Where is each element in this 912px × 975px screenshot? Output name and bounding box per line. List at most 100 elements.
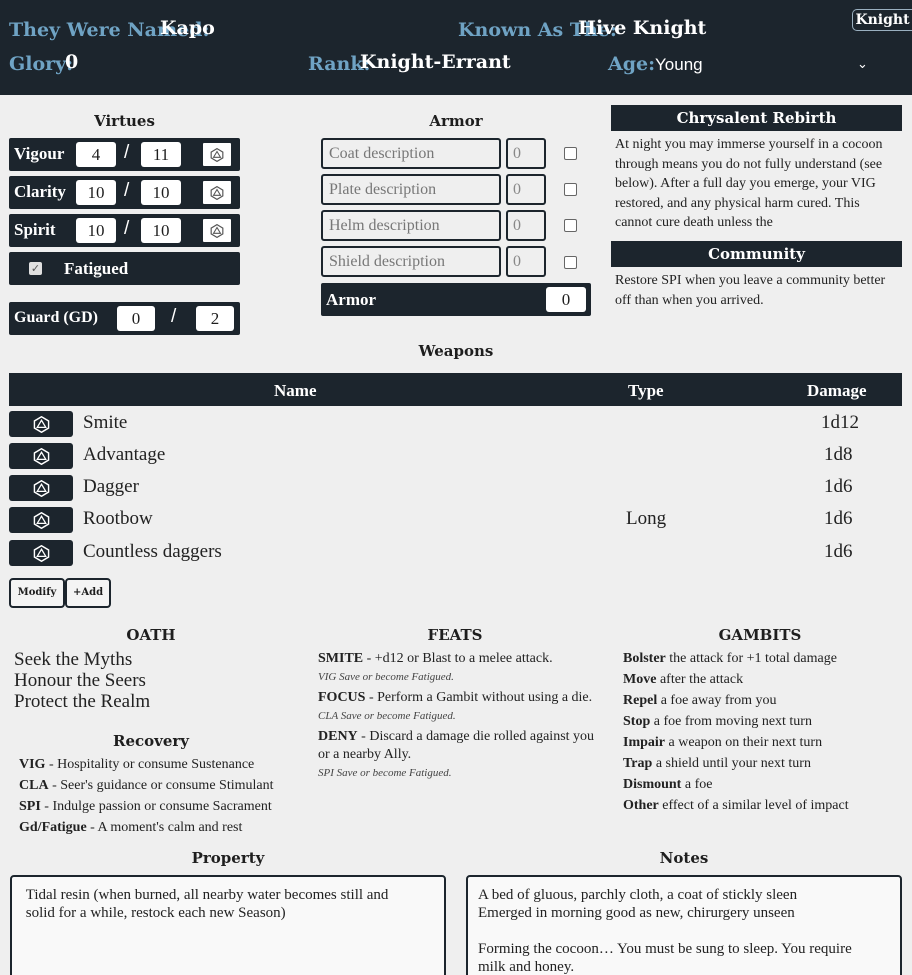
- recovery-text: - A moment's calm and rest: [86, 820, 243, 835]
- modify-weapons-button[interactable]: Modify: [9, 578, 65, 608]
- weapons-heading: Weapons: [418, 342, 494, 360]
- guard-label: Guard (GD): [14, 309, 98, 326]
- plate-checkbox[interactable]: [564, 183, 577, 196]
- roll-weapon-button[interactable]: [9, 475, 73, 501]
- chrysalent-rebirth-text: At night you may immerse yourself in a c…: [615, 137, 883, 230]
- armor-total-label: Armor: [326, 290, 377, 309]
- shield-checkbox[interactable]: [564, 256, 577, 269]
- property-textarea[interactable]: Tidal resin (when burned, all nearby wat…: [10, 875, 446, 975]
- gambit-text: a foe away from you: [657, 693, 777, 708]
- armor-heading: Armor: [429, 112, 483, 130]
- glory-label: Glory:: [9, 53, 74, 75]
- virtue-current-input[interactable]: 4: [76, 142, 116, 167]
- weapon-name: Advantage: [83, 444, 166, 465]
- coat-checkbox[interactable]: [564, 147, 577, 160]
- feat-key: FOCUS: [318, 690, 366, 705]
- weapon-row: Countless daggers 1d6: [9, 540, 902, 568]
- weapon-damage: 1d6: [824, 476, 853, 497]
- roll-clarity-button[interactable]: [201, 179, 233, 206]
- feat-text: - Discard a damage die rolled against yo…: [357, 729, 595, 744]
- chrysalent-rebirth-title: Chrysalent Rebirth: [611, 105, 902, 131]
- armor-total-row: Armor 0: [321, 283, 591, 316]
- sheet-type-tab[interactable]: Knight: [852, 9, 912, 31]
- helm-armor-input[interactable]: 0: [506, 210, 546, 241]
- feat-save-text: VIG Save or become Fatigued.: [318, 671, 454, 683]
- virtue-name: Spirit: [14, 220, 56, 239]
- roll-weapon-button[interactable]: [9, 540, 73, 566]
- character-header: They Were Named: Kapo Known As The: Hive…: [0, 0, 912, 95]
- coat-armor-input[interactable]: 0: [506, 138, 546, 169]
- notes-textarea[interactable]: A bed of gluous, parchly cloth, a coat o…: [466, 875, 902, 975]
- feat-line: SMITE - +d12 or Blast to a melee attack.: [318, 651, 553, 667]
- shield-armor-input[interactable]: 0: [506, 246, 546, 277]
- virtue-current-input[interactable]: 10: [76, 180, 116, 205]
- virtue-max-input[interactable]: 10: [141, 180, 181, 205]
- weapon-name: Countless daggers: [83, 541, 222, 562]
- gambit-text: effect of a similar level of impact: [658, 798, 849, 813]
- rank-field[interactable]: Knight-Errant: [360, 51, 511, 73]
- roll-weapon-button[interactable]: [9, 411, 73, 437]
- gambit-key: Repel: [623, 693, 658, 708]
- gambit-line: Repel a foe away from you: [623, 693, 777, 709]
- weapon-name: Rootbow: [83, 508, 153, 529]
- feat-line: DENY - Discard a damage die rolled again…: [318, 729, 594, 745]
- gambit-key: Trap: [623, 756, 653, 771]
- gambit-line: Bolster the attack for +1 total damage: [623, 651, 837, 667]
- known-as-field[interactable]: Hive Knight: [578, 17, 706, 39]
- roll-spirit-button[interactable]: [201, 217, 233, 244]
- weapon-damage: 1d12: [821, 412, 859, 433]
- coat-description-input[interactable]: Coat description: [321, 138, 501, 169]
- weapon-name: Dagger: [83, 476, 139, 497]
- virtue-current-input[interactable]: 10: [76, 218, 116, 243]
- virtue-max-input[interactable]: 10: [141, 218, 181, 243]
- weapons-header-type: Type: [628, 381, 664, 400]
- oath-line: Protect the Realm: [14, 691, 151, 712]
- weapon-row: Dagger 1d6: [9, 475, 902, 503]
- recovery-text: - Seer's guidance or consume Stimulant: [48, 778, 274, 793]
- add-weapon-button[interactable]: +Add: [65, 578, 111, 608]
- plate-armor-input[interactable]: 0: [506, 174, 546, 205]
- armor-total-value: 0: [546, 287, 586, 312]
- name-field[interactable]: Kapo: [160, 17, 215, 39]
- plate-description-input[interactable]: Plate description: [321, 174, 501, 205]
- shield-description-input[interactable]: Shield description: [321, 246, 501, 277]
- feat-key: SMITE: [318, 651, 364, 666]
- feat-text: - Perform a Gambit without using a die.: [365, 690, 593, 705]
- gambit-key: Stop: [623, 714, 651, 729]
- feats-heading: FEATS: [427, 626, 483, 644]
- weapon-damage: 1d8: [824, 444, 853, 465]
- gambit-key: Move: [623, 672, 657, 687]
- feat-save-text: CLA Save or become Fatigued.: [318, 710, 456, 722]
- recovery-heading: Recovery: [112, 732, 190, 750]
- virtue-row-spirit: Spirit 10 / 10: [9, 214, 240, 247]
- gambit-line: Stop a foe from moving next turn: [623, 714, 812, 730]
- roll-weapon-button[interactable]: [9, 443, 73, 469]
- weapons-header-name: Name: [274, 381, 317, 400]
- weapon-type: Long: [626, 508, 667, 529]
- roll-weapon-button[interactable]: [9, 507, 73, 533]
- gambit-text: a foe from moving next turn: [650, 714, 812, 729]
- d20-icon: [33, 544, 49, 562]
- gambit-text: a shield until your next turn: [652, 756, 811, 771]
- recovery-key: Gd/Fatigue: [19, 820, 87, 835]
- weapon-row: Rootbow Long 1d6: [9, 507, 902, 535]
- d20-icon: [33, 511, 49, 529]
- virtue-row-clarity: Clarity 10 / 10: [9, 176, 240, 209]
- roll-vigour-button[interactable]: [201, 141, 233, 168]
- helm-description-input[interactable]: Helm description: [321, 210, 501, 241]
- weapon-damage: 1d6: [824, 541, 853, 562]
- weapons-header-damage: Damage: [807, 381, 867, 400]
- glory-field[interactable]: 0: [65, 51, 78, 73]
- guard-current-input[interactable]: 0: [117, 306, 155, 331]
- feat-save-text: SPI Save or become Fatigued.: [318, 767, 452, 779]
- guard-max-input[interactable]: 2: [196, 306, 234, 331]
- helm-checkbox[interactable]: [564, 219, 577, 232]
- virtue-slash: /: [124, 218, 130, 239]
- gambits-heading: GAMBITS: [718, 626, 802, 644]
- fatigued-checkbox[interactable]: ✓: [29, 262, 42, 275]
- weapon-damage: 1d6: [824, 508, 853, 529]
- virtue-max-input[interactable]: 11: [141, 142, 181, 167]
- recovery-text: - Hospitality or consume Sustenance: [45, 757, 255, 772]
- gambit-text: the attack for +1 total damage: [665, 651, 837, 666]
- gambit-key: Bolster: [623, 651, 666, 666]
